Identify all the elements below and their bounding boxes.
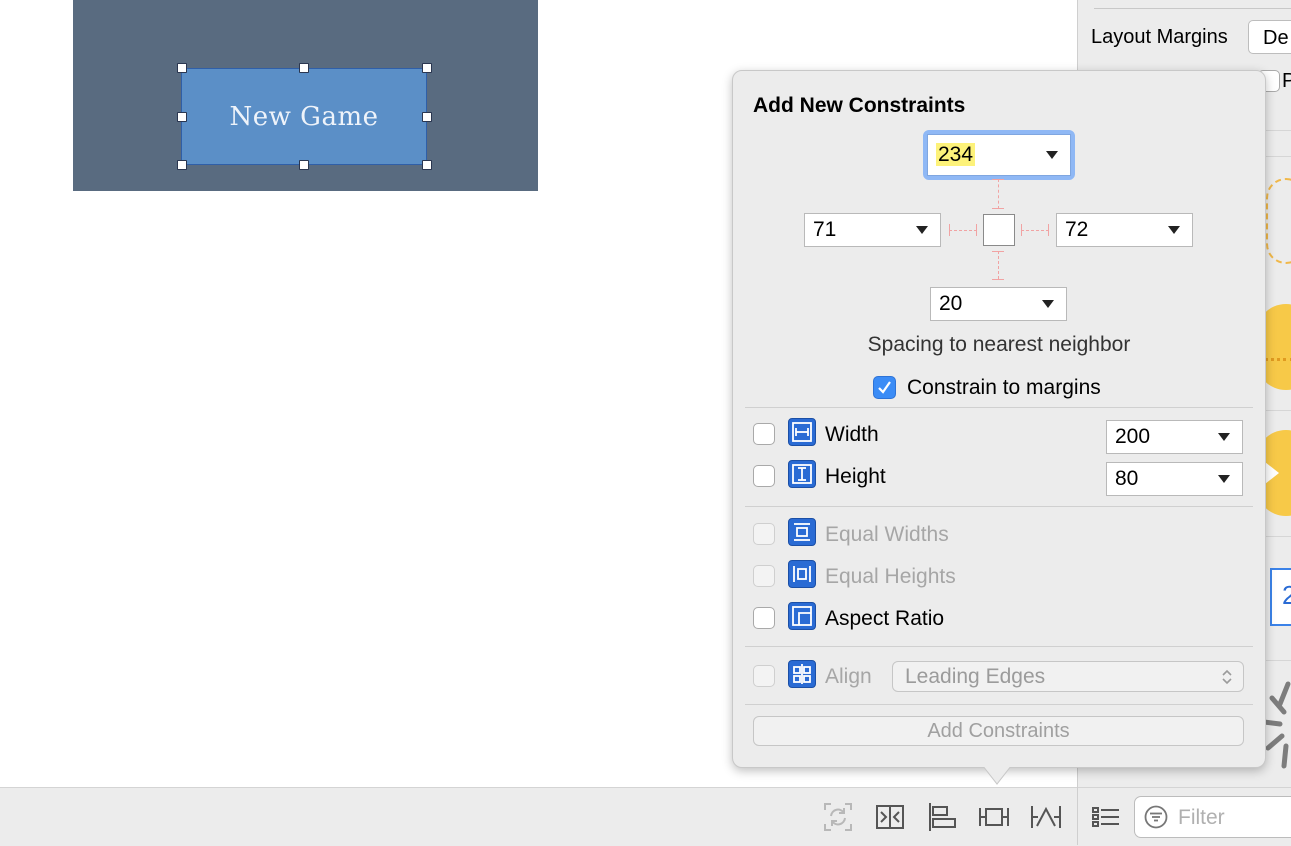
width-value-field[interactable]: 200: [1106, 420, 1243, 454]
constrain-margins-label: Constrain to margins: [907, 376, 1101, 399]
constraint-cap: [1048, 224, 1049, 236]
view-placeholder-square: [983, 214, 1015, 246]
divider: [745, 506, 1253, 507]
new-game-button[interactable]: New Game: [181, 68, 427, 165]
layout-margins-value: De: [1263, 27, 1289, 49]
list-view-icon[interactable]: [1089, 800, 1123, 834]
width-constraint-icon: [788, 418, 816, 446]
chevron-down-icon[interactable]: [1218, 475, 1230, 483]
constraint-cap: [992, 251, 1004, 252]
equal-widths-icon: [788, 518, 816, 546]
trailing-constraint-line[interactable]: [1021, 230, 1049, 231]
height-value: 80: [1115, 467, 1139, 490]
equal-widths-checkbox[interactable]: [753, 523, 775, 545]
layout-margins-label: Layout Margins: [1091, 26, 1228, 48]
bottom-spacing-field[interactable]: 20: [930, 287, 1067, 321]
align-popup-value: Leading Edges: [905, 665, 1046, 688]
aspect-ratio-icon: [788, 602, 816, 630]
height-value-field[interactable]: 80: [1106, 462, 1243, 496]
aspect-ratio-label: Aspect Ratio: [825, 607, 945, 630]
bottom-spacing-value: 20: [939, 292, 963, 315]
bottom-constraint-line[interactable]: [998, 251, 999, 279]
constraint-cap: [976, 224, 977, 236]
filter-icon: [1144, 805, 1168, 829]
chevron-down-icon[interactable]: [1218, 433, 1230, 441]
resize-handle[interactable]: [422, 112, 432, 122]
leading-spacing-field[interactable]: 71: [804, 213, 941, 247]
align-icon: [788, 660, 816, 688]
constraint-cap: [992, 179, 1004, 180]
divider: [1094, 8, 1291, 9]
add-constraints-label: Add Constraints: [927, 720, 1070, 742]
height-label: Height: [825, 465, 886, 488]
equal-heights-checkbox[interactable]: [753, 565, 775, 587]
inspector-check-label: P: [1282, 70, 1291, 92]
popup-arrows-icon: [1221, 668, 1233, 686]
resize-handle[interactable]: [299, 63, 309, 73]
filter-placeholder: Filter: [1178, 806, 1225, 829]
constraint-cap: [1021, 224, 1022, 236]
field-value: 2: [1282, 580, 1291, 610]
popover-title: Add New Constraints: [753, 94, 966, 117]
width-value: 200: [1115, 425, 1151, 448]
resize-handle[interactable]: [177, 63, 187, 73]
height-constraint-icon: [788, 460, 816, 488]
trailing-spacing-field[interactable]: 72: [1056, 213, 1193, 247]
resize-handle[interactable]: [177, 160, 187, 170]
dotted-line: [1264, 358, 1291, 364]
leading-constraint-line[interactable]: [949, 230, 977, 231]
chevron-down-icon[interactable]: [1168, 226, 1180, 234]
add-constraints-button[interactable]: Add Constraints: [753, 716, 1244, 746]
constraint-cap: [992, 208, 1004, 209]
aspect-ratio-checkbox[interactable]: [753, 607, 775, 629]
leading-spacing-value: 71: [813, 218, 837, 241]
divider: [745, 704, 1253, 705]
constrain-margins-checkbox[interactable]: [873, 376, 896, 399]
equal-widths-label: Equal Widths: [825, 523, 949, 546]
stack-icon[interactable]: [873, 800, 907, 834]
constraint-cap: [949, 224, 950, 236]
resize-handle[interactable]: [177, 112, 187, 122]
align-popup[interactable]: Leading Edges: [892, 661, 1244, 692]
top-constraint-line[interactable]: [998, 179, 999, 209]
resize-handle[interactable]: [422, 160, 432, 170]
width-label: Width: [825, 423, 879, 446]
update-frames-icon[interactable]: [821, 800, 855, 834]
text-field-library-item[interactable]: 2: [1270, 568, 1291, 626]
equal-heights-label: Equal Heights: [825, 565, 956, 588]
new-game-label: New Game: [229, 101, 379, 132]
equal-heights-icon: [788, 560, 816, 588]
resize-handle[interactable]: [299, 160, 309, 170]
pin-icon[interactable]: [977, 800, 1011, 834]
chevron-down-icon[interactable]: [1042, 300, 1054, 308]
top-spacing-value: 234: [936, 143, 976, 166]
divider: [1077, 787, 1078, 845]
top-spacing-field[interactable]: 234: [927, 134, 1071, 176]
trailing-spacing-value: 72: [1065, 218, 1089, 241]
resolve-issues-icon[interactable]: [1029, 800, 1063, 834]
align-label: Align: [825, 665, 872, 688]
add-constraints-popover: Add New Constraints 234 71 72 20 Spacing…: [732, 70, 1266, 768]
align-icon[interactable]: [925, 800, 959, 834]
dashed-outline-icon: [1266, 178, 1291, 264]
chevron-down-icon[interactable]: [916, 226, 928, 234]
filter-field[interactable]: Filter: [1134, 796, 1291, 838]
layout-margins-popup[interactable]: De: [1248, 20, 1291, 54]
chevron-down-icon[interactable]: [1046, 151, 1058, 159]
width-checkbox[interactable]: [753, 423, 775, 445]
divider: [745, 407, 1253, 408]
resize-handle[interactable]: [422, 63, 432, 73]
checkmark-icon: [878, 381, 891, 394]
play-icon: [1265, 462, 1279, 484]
popover-arrow: [981, 758, 1013, 786]
constraint-cap: [992, 279, 1004, 280]
spacing-caption: Spacing to nearest neighbor: [867, 333, 1131, 356]
align-checkbox[interactable]: [753, 665, 775, 687]
divider: [745, 646, 1253, 647]
height-checkbox[interactable]: [753, 465, 775, 487]
